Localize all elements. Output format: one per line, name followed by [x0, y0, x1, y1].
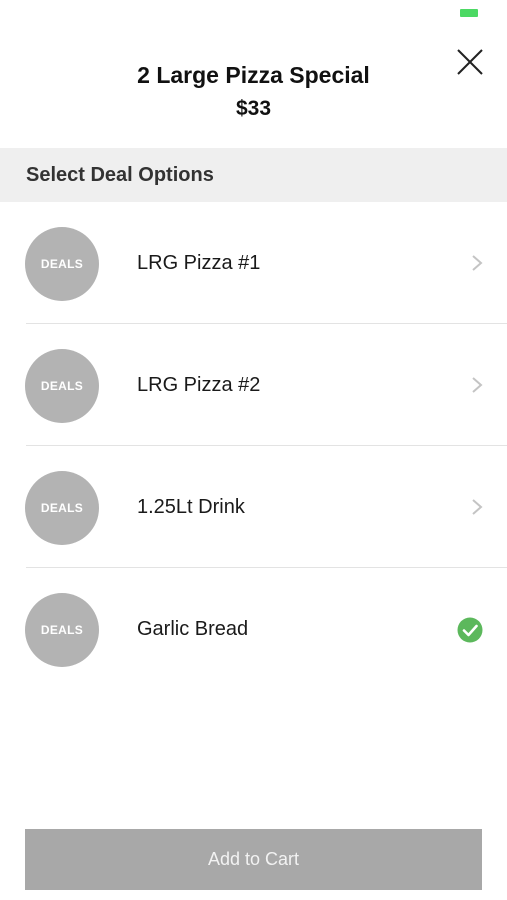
deal-options-list: DEALS LRG Pizza #1 DEALS LRG Pizza #2 DE…	[0, 202, 507, 690]
option-label: LRG Pizza #2	[137, 374, 261, 396]
deals-avatar: DEALS	[25, 227, 99, 301]
section-title: Select Deal Options	[26, 164, 214, 186]
option-label: Garlic Bread	[137, 618, 249, 640]
battery-icon	[460, 9, 478, 17]
option-label: 1.25Lt Drink	[137, 496, 245, 518]
add-to-cart-button[interactable]: Add to Cart	[25, 829, 482, 890]
deal-option-drink[interactable]: DEALS 1.25Lt Drink	[0, 446, 507, 568]
deals-avatar: DEALS	[25, 593, 99, 667]
deal-option-lrg-pizza-2[interactable]: DEALS LRG Pizza #2	[0, 324, 507, 446]
page-title: 2 Large Pizza Special	[137, 62, 370, 88]
chevron-right-icon	[472, 255, 483, 271]
chevron-right-icon	[472, 377, 483, 393]
deal-option-lrg-pizza-1[interactable]: DEALS LRG Pizza #1	[0, 202, 507, 324]
option-label: LRG Pizza #1	[137, 252, 261, 274]
check-circle-icon	[457, 617, 483, 643]
deal-price: $33	[235, 97, 272, 120]
chevron-right-icon	[472, 499, 483, 515]
deal-option-garlic-bread[interactable]: DEALS Garlic Bread	[0, 568, 507, 690]
deals-avatar: DEALS	[25, 349, 99, 423]
deals-avatar: DEALS	[25, 471, 99, 545]
section-header: Select Deal Options	[0, 148, 507, 202]
